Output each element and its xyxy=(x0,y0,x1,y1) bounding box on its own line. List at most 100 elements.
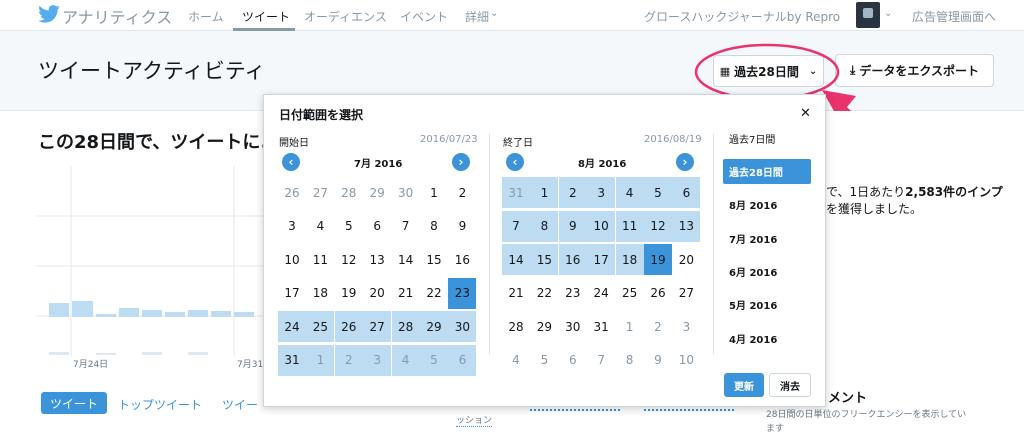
chevron-left-icon[interactable]: ‹ xyxy=(282,153,300,171)
calendar-day[interactable]: 17 xyxy=(587,244,616,275)
calendar-day[interactable]: 18 xyxy=(306,278,334,309)
calendar-day[interactable]: 18 xyxy=(615,244,644,275)
calendar-day[interactable]: 12 xyxy=(335,244,363,275)
calendar-day[interactable]: 23 xyxy=(448,277,477,309)
calendar-day[interactable]: 26 xyxy=(334,311,363,342)
calendar-day[interactable]: 1 xyxy=(306,344,335,376)
calendar-day[interactable]: 21 xyxy=(392,278,420,309)
calendar-day[interactable]: 7 xyxy=(587,345,615,376)
nav-events[interactable]: イベント xyxy=(400,8,448,25)
calendar-day[interactable]: 28 xyxy=(502,311,530,342)
preset-apr-2016[interactable]: 4月 2016 xyxy=(723,326,811,351)
tab-tweets[interactable]: ツイート xyxy=(41,392,107,414)
ads-manager-link[interactable]: 広告管理画面へ xyxy=(912,8,996,25)
preset-aug-2016[interactable]: 8月 2016 xyxy=(723,192,811,217)
calendar-day[interactable]: 25 xyxy=(306,311,335,342)
calendar-day[interactable]: 20 xyxy=(672,244,700,275)
calendar-day[interactable]: 24 xyxy=(587,278,615,309)
calendar-day[interactable]: 8 xyxy=(420,211,448,242)
calendar-day[interactable]: 9 xyxy=(448,211,476,242)
calendar-day[interactable]: 6 xyxy=(363,211,391,242)
twitter-bird-icon[interactable] xyxy=(38,5,60,25)
calendar-day[interactable]: 26 xyxy=(644,278,672,309)
calendar-day[interactable]: 14 xyxy=(392,244,420,275)
preset-last-28-days[interactable]: 過去28日間 xyxy=(723,159,811,184)
calendar-day[interactable]: 23 xyxy=(559,278,587,309)
calendar-day[interactable]: 15 xyxy=(420,244,448,275)
calendar-day[interactable]: 16 xyxy=(448,244,476,275)
calendar-day[interactable]: 15 xyxy=(530,244,559,275)
chevron-left-icon[interactable]: ‹ xyxy=(506,153,524,171)
calendar-day[interactable]: 26 xyxy=(278,177,306,208)
calendar-day[interactable]: 4 xyxy=(502,345,530,376)
nav-more[interactable]: 詳細 xyxy=(465,8,489,25)
avatar[interactable] xyxy=(856,2,880,28)
calendar-day[interactable]: 1 xyxy=(530,177,559,208)
calendar-day[interactable]: 22 xyxy=(420,278,448,309)
calendar-day[interactable]: 8 xyxy=(530,210,559,242)
preset-jul-2016[interactable]: 7月 2016 xyxy=(723,226,811,251)
calendar-day[interactable]: 31 xyxy=(587,311,615,342)
preset-last-7-days[interactable]: 過去7日間 xyxy=(723,126,811,151)
calendar-day[interactable]: 7 xyxy=(502,210,530,242)
engagement-link[interactable]: ッション xyxy=(456,413,493,427)
calendar-day[interactable]: 11 xyxy=(615,210,644,242)
calendar-day[interactable]: 6 xyxy=(559,345,587,376)
calendar-day[interactable]: 10 xyxy=(278,244,306,275)
calendar-day[interactable]: 1 xyxy=(616,311,644,342)
calendar-day[interactable]: 27 xyxy=(306,177,334,208)
export-data-button[interactable]: ⤓ データをエクスポート xyxy=(835,54,994,87)
chevron-right-icon[interactable]: › xyxy=(676,153,694,171)
chevron-right-icon[interactable]: › xyxy=(452,153,470,171)
calendar-day[interactable]: 4 xyxy=(306,211,334,242)
calendar-day[interactable]: 13 xyxy=(672,210,701,242)
calendar-day[interactable]: 2 xyxy=(558,177,587,208)
calendar-day[interactable]: 19 xyxy=(335,278,363,309)
calendar-day[interactable]: 3 xyxy=(363,344,392,376)
calendar-day[interactable]: 4 xyxy=(615,177,644,208)
calendar-day[interactable]: 30 xyxy=(392,177,420,208)
calendar-day[interactable]: 24 xyxy=(278,311,306,342)
calendar-day[interactable]: 2 xyxy=(644,311,672,342)
calendar-day[interactable]: 22 xyxy=(530,278,558,309)
preset-may-2016[interactable]: 5月 2016 xyxy=(723,292,811,317)
calendar-day[interactable]: 10 xyxy=(672,345,700,376)
nav-home[interactable]: ホーム xyxy=(188,8,224,25)
clear-button[interactable]: 消去 xyxy=(769,373,811,397)
calendar-day[interactable]: 31 xyxy=(278,344,306,376)
calendar-day[interactable]: 30 xyxy=(448,311,477,342)
calendar-day[interactable]: 29 xyxy=(363,177,391,208)
calendar-day[interactable]: 11 xyxy=(306,244,334,275)
calendar-day[interactable]: 13 xyxy=(363,244,391,275)
calendar-day[interactable]: 8 xyxy=(616,345,644,376)
calendar-day[interactable]: 28 xyxy=(335,177,363,208)
tab-top-tweets[interactable]: トップツイート xyxy=(118,396,202,413)
calendar-day[interactable]: 2 xyxy=(334,344,363,376)
calendar-day[interactable]: 27 xyxy=(363,311,392,342)
preset-jun-2016[interactable]: 6月 2016 xyxy=(723,259,811,284)
calendar-day[interactable]: 16 xyxy=(558,244,587,275)
nav-tweets[interactable]: ツイート xyxy=(242,8,290,25)
calendar-day[interactable]: 31 xyxy=(502,177,530,208)
brand-label[interactable]: アナリティクス xyxy=(62,4,172,28)
calendar-day[interactable]: 3 xyxy=(278,211,306,242)
calendar-day[interactable]: 5 xyxy=(530,345,558,376)
calendar-day[interactable]: 7 xyxy=(392,211,420,242)
close-icon[interactable]: ✕ xyxy=(800,106,811,121)
calendar-day[interactable]: 27 xyxy=(672,278,700,309)
calendar-day[interactable]: 14 xyxy=(502,244,530,275)
calendar-day[interactable]: 2 xyxy=(448,177,476,208)
calendar-day[interactable]: 30 xyxy=(559,311,587,342)
calendar-day[interactable]: 19 xyxy=(644,244,672,275)
calendar-day[interactable]: 5 xyxy=(335,211,363,242)
calendar-day[interactable]: 6 xyxy=(448,344,477,376)
tab-tweets-replies[interactable]: ツイー xyxy=(222,396,258,413)
calendar-day[interactable]: 5 xyxy=(420,344,448,376)
calendar-day[interactable]: 28 xyxy=(391,311,420,342)
calendar-day[interactable]: 6 xyxy=(672,177,701,208)
calendar-day[interactable]: 10 xyxy=(587,210,616,242)
calendar-day[interactable]: 4 xyxy=(391,344,420,376)
calendar-day[interactable]: 21 xyxy=(502,278,530,309)
calendar-day[interactable]: 1 xyxy=(420,177,448,208)
calendar-day[interactable]: 29 xyxy=(530,311,558,342)
